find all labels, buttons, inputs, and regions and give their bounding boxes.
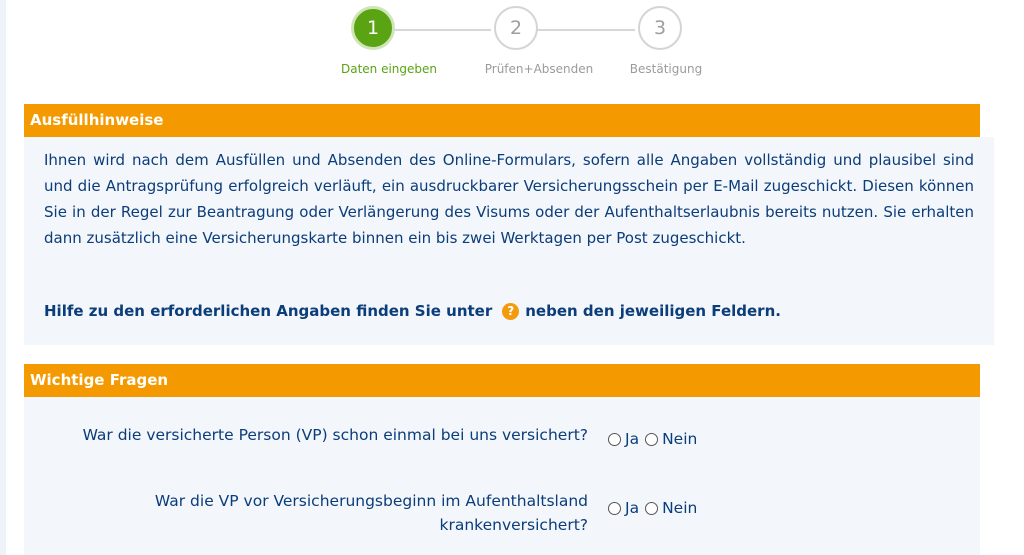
step-3-circle: 3 — [638, 6, 682, 50]
step-2-circle: 2 — [494, 6, 538, 50]
question-2-label: War die VP vor Versicherungsbeginn im Au… — [28, 489, 588, 537]
step-connector — [537, 29, 635, 31]
help-text-after: neben den jeweiligen Feldern. — [525, 302, 781, 320]
question-2-yes-option[interactable]: Ja — [608, 499, 639, 517]
hints-panel-header: Ausfüllhinweise — [24, 104, 980, 137]
questions-panel-header: Wichtige Fragen — [24, 364, 980, 397]
question-1-no-label: Nein — [662, 430, 698, 448]
question-1-label: War die versicherte Person (VP) schon ei… — [28, 423, 588, 447]
step-connector — [393, 29, 491, 31]
question-2-no-radio[interactable] — [645, 501, 659, 515]
question-1-no-radio[interactable] — [645, 432, 659, 446]
question-1-yes-label: Ja — [625, 430, 640, 448]
help-line: Hilfe zu den erforderlichen Angaben find… — [44, 302, 781, 320]
step-1-label: Daten eingeben — [340, 62, 438, 76]
question-2-radio-group: Ja Nein — [608, 499, 703, 517]
question-1-line-1: War die versicherte Person (VP) schon ei… — [82, 426, 588, 444]
question-2-yes-radio[interactable] — [608, 501, 621, 515]
question-2-no-label: Nein — [662, 499, 698, 517]
help-text-before: Hilfe zu den erforderlichen Angaben find… — [44, 302, 493, 320]
question-2-yes-label: Ja — [625, 499, 640, 517]
step-1-circle: 1 — [351, 6, 395, 50]
step-3-label: Bestätigung — [629, 62, 703, 76]
step-2-label: Prüfen+Absenden — [484, 62, 594, 76]
question-2-no-option[interactable]: Nein — [645, 499, 697, 517]
question-1-no-option[interactable]: Nein — [645, 430, 697, 448]
question-2-line-1: War die VP vor Versicherungsbeginn im Au… — [154, 492, 588, 510]
hints-text: Ihnen wird nach dem Ausfüllen und Absend… — [44, 151, 974, 247]
question-1-yes-radio[interactable] — [608, 432, 621, 446]
question-1-yes-option[interactable]: Ja — [608, 430, 639, 448]
question-2-line-2: krankenversichert? — [439, 516, 588, 534]
question-1-radio-group: Ja Nein — [608, 430, 703, 448]
progress-stepper: 1 2 3 Daten eingeben Prüfen+Absenden Bes… — [0, 0, 1024, 90]
help-icon: ? — [502, 302, 520, 320]
